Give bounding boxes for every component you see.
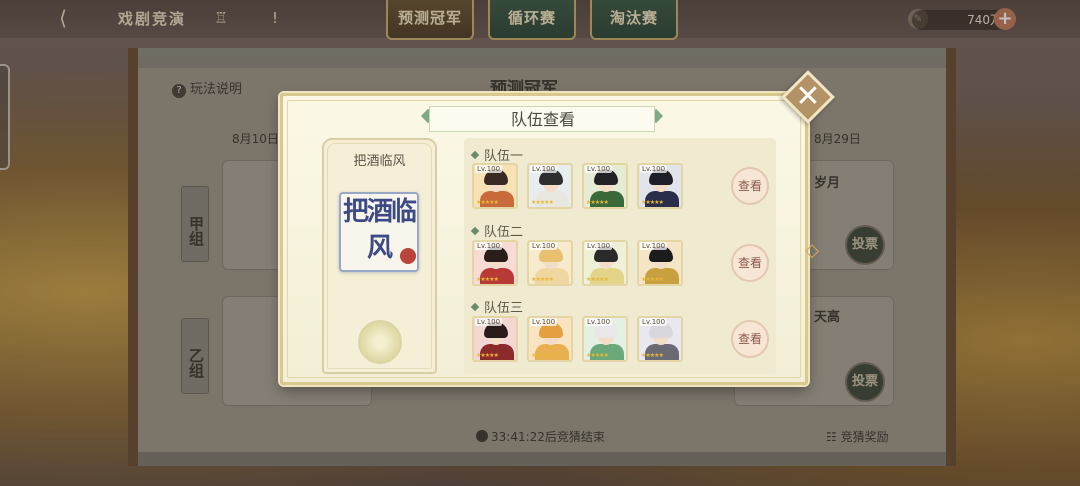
team-label: 队伍一: [470, 145, 523, 164]
level-badge: Lv.100: [475, 318, 503, 326]
modal-title: 队伍查看: [510, 110, 575, 129]
star-rating-icon: ★★★★★: [641, 276, 664, 283]
star-rating-icon: ★★★★★: [476, 352, 499, 359]
level-badge: Lv.100: [530, 318, 558, 326]
character-avatar[interactable]: Lv.100 ★★★★★: [472, 163, 518, 209]
view-team-button[interactable]: 查看: [731, 167, 769, 205]
level-badge: Lv.100: [530, 165, 558, 173]
star-rating-icon: ★★★★★: [586, 352, 609, 359]
diamond-icon: [470, 150, 480, 160]
close-icon[interactable]: ✕: [789, 79, 827, 117]
flower-badge-icon: [358, 320, 402, 364]
view-team-button[interactable]: 查看: [731, 320, 769, 358]
emblem-stamp-icon: [400, 248, 416, 264]
star-rating-icon: ★★★★★: [476, 276, 499, 283]
diamond-icon: [470, 302, 480, 312]
team-name: 把酒临风: [353, 154, 406, 169]
character-avatar[interactable]: Lv.100 ★★★★★: [472, 240, 518, 286]
level-badge: Lv.100: [640, 318, 668, 326]
level-badge: Lv.100: [585, 318, 613, 326]
character-avatar[interactable]: Lv.100 ★★★★★: [527, 163, 573, 209]
star-rating-icon: ★★★★★: [586, 199, 609, 206]
character-avatar[interactable]: Lv.100 ★★★★★: [637, 163, 683, 209]
level-badge: Lv.100: [475, 165, 503, 173]
star-rating-icon: ★★★★★: [531, 199, 554, 206]
next-arrow-icon[interactable]: ◇: [802, 241, 822, 261]
character-avatar[interactable]: Lv.100 ★★★★★: [637, 316, 683, 362]
level-badge: Lv.100: [475, 242, 503, 250]
level-badge: Lv.100: [640, 165, 668, 173]
modal-title-banner: 队伍查看: [429, 106, 655, 132]
diamond-icon: [470, 226, 480, 236]
character-avatar[interactable]: Lv.100 ★★★★★: [637, 240, 683, 286]
character-avatar[interactable]: Lv.100 ★★★★★: [472, 316, 518, 362]
team-label: 队伍三: [470, 297, 523, 316]
character-avatar[interactable]: Lv.100 ★★★★★: [527, 240, 573, 286]
level-badge: Lv.100: [585, 165, 613, 173]
star-rating-icon: ★★★★★: [641, 352, 664, 359]
star-rating-icon: ★★★★★: [641, 199, 664, 206]
view-team-button[interactable]: 查看: [731, 244, 769, 282]
star-rating-icon: ★★★★★: [586, 276, 609, 283]
character-avatar[interactable]: Lv.100 ★★★★★: [582, 240, 628, 286]
level-badge: Lv.100: [585, 242, 613, 250]
character-avatar[interactable]: Lv.100 ★★★★★: [582, 316, 628, 362]
character-avatar[interactable]: Lv.100 ★★★★★: [582, 163, 628, 209]
star-rating-icon: ★★★★★: [531, 352, 554, 359]
star-rating-icon: ★★★★★: [531, 276, 554, 283]
level-badge: Lv.100: [530, 242, 558, 250]
team-label: 队伍二: [470, 221, 523, 240]
level-badge: Lv.100: [640, 242, 668, 250]
character-avatar[interactable]: Lv.100 ★★★★★: [527, 316, 573, 362]
star-rating-icon: ★★★★★: [476, 199, 499, 206]
